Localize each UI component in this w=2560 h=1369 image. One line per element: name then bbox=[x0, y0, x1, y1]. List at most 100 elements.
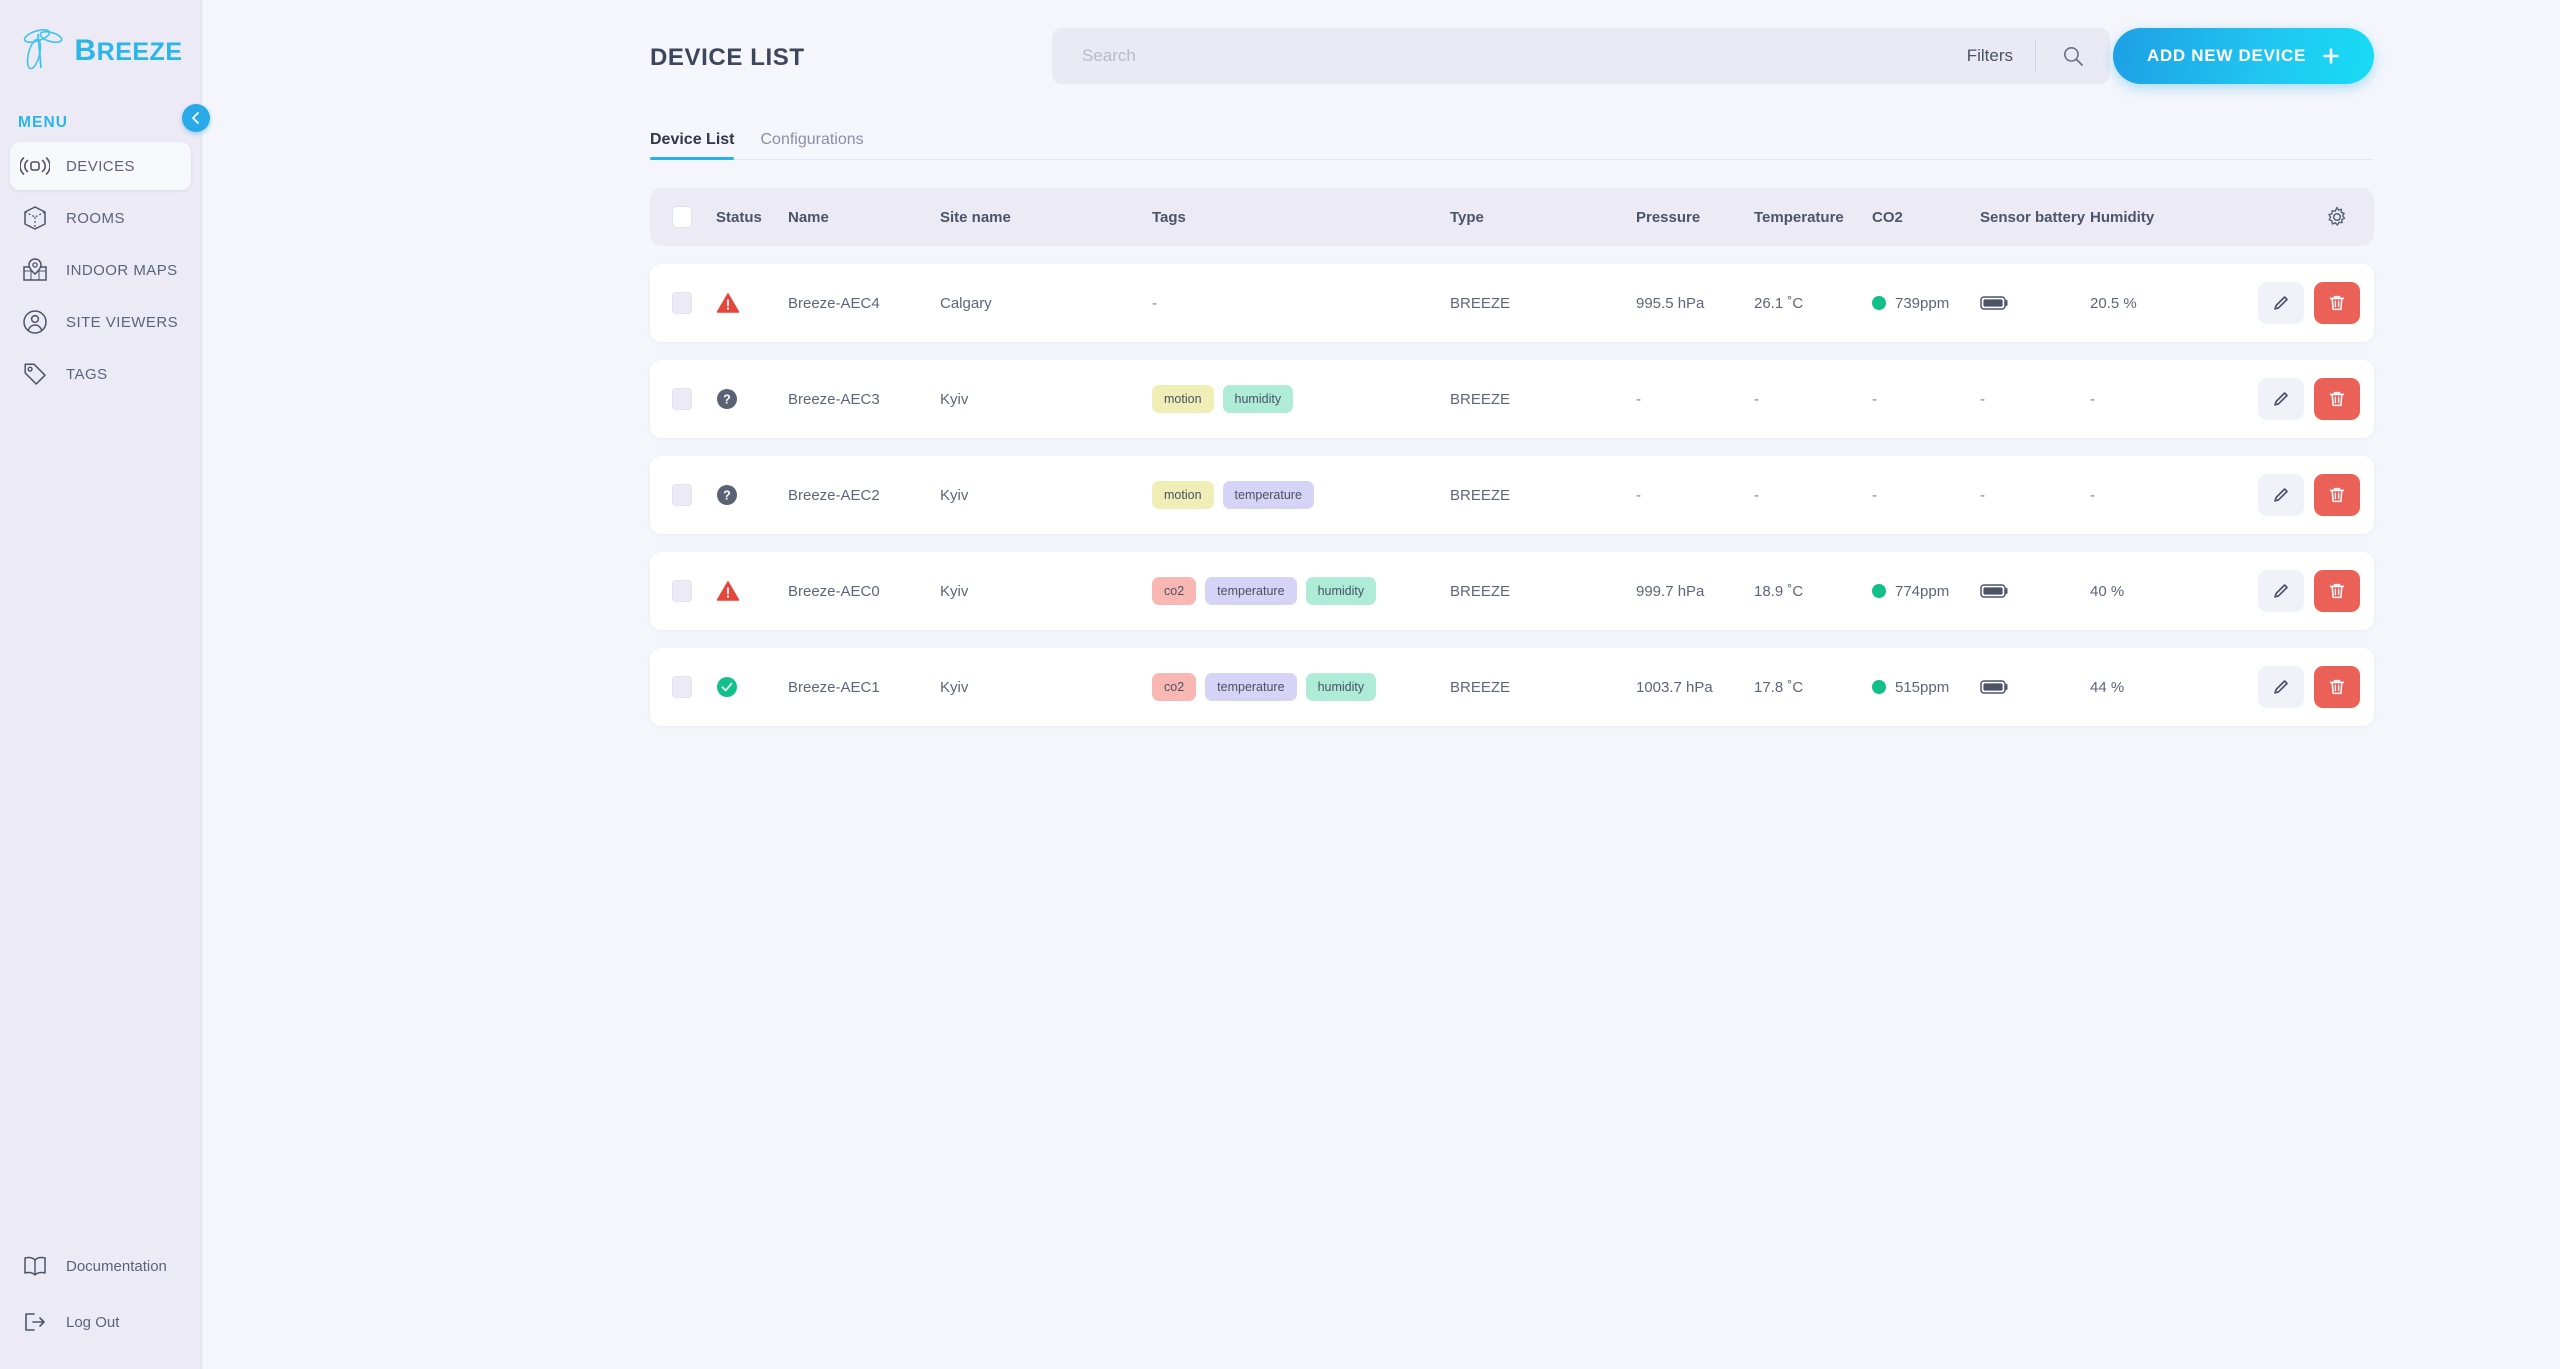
co2-status-dot bbox=[1872, 584, 1886, 598]
tag-chip[interactable]: motion bbox=[1152, 385, 1214, 413]
sidebar-item-label: DEVICES bbox=[66, 157, 136, 175]
tag-chip[interactable]: temperature bbox=[1205, 673, 1297, 701]
delete-device-button[interactable] bbox=[2314, 282, 2360, 324]
tab-device-list[interactable]: Device List bbox=[650, 131, 735, 160]
check-circle-icon bbox=[717, 677, 737, 697]
column-header-tags[interactable]: Tags bbox=[1152, 209, 1450, 226]
device-temperature: - bbox=[1754, 390, 1759, 408]
delete-device-button[interactable] bbox=[2314, 570, 2360, 612]
delete-device-button[interactable] bbox=[2314, 666, 2360, 708]
table-row[interactable]: Breeze-AEC0 Kyiv co2 temperature humidit… bbox=[650, 552, 2374, 630]
battery-full-icon bbox=[1980, 296, 2008, 310]
gear-icon bbox=[2328, 206, 2346, 226]
table-row[interactable]: Breeze-AEC4 Calgary - BREEZE 995.5 hPa 2… bbox=[650, 264, 2374, 342]
sidebar-collapse-button[interactable] bbox=[182, 104, 210, 132]
chevron-left-icon bbox=[192, 112, 199, 124]
main-content: DEVICE LIST Filters ADD NEW DEVICE bbox=[202, 0, 2560, 1369]
device-co2: - bbox=[1872, 390, 1877, 408]
device-pressure: 999.7 hPa bbox=[1636, 582, 1705, 600]
column-header-pressure[interactable]: Pressure bbox=[1636, 209, 1754, 226]
row-checkbox[interactable] bbox=[672, 388, 692, 410]
trash-icon bbox=[2329, 487, 2345, 503]
sidebar-item-devices[interactable]: DEVICES bbox=[10, 142, 191, 190]
device-co2: 774ppm bbox=[1872, 583, 1980, 600]
row-checkbox[interactable] bbox=[672, 676, 692, 698]
delete-device-button[interactable] bbox=[2314, 378, 2360, 420]
svg-text:?: ? bbox=[723, 393, 731, 407]
co2-status-dot bbox=[1872, 680, 1886, 694]
row-checkbox[interactable] bbox=[672, 484, 692, 506]
device-tags: - bbox=[1152, 295, 1450, 312]
sidebar-item-logout[interactable]: Log Out bbox=[10, 1301, 191, 1343]
edit-device-button[interactable] bbox=[2258, 570, 2304, 612]
search-submit-button[interactable] bbox=[2036, 28, 2110, 84]
device-battery: - bbox=[1980, 486, 1985, 504]
search-icon bbox=[2063, 46, 2083, 66]
delete-device-button[interactable] bbox=[2314, 474, 2360, 516]
user-circle-icon bbox=[20, 307, 50, 337]
devices-signal-icon bbox=[20, 151, 50, 181]
device-humidity: 44 % bbox=[2090, 678, 2125, 696]
column-header-name[interactable]: Name bbox=[788, 209, 940, 226]
device-pressure: - bbox=[1636, 486, 1641, 504]
row-checkbox[interactable] bbox=[672, 292, 692, 314]
tag-chip[interactable]: co2 bbox=[1152, 577, 1197, 605]
sidebar-item-indoor-maps[interactable]: INDOOR MAPS bbox=[10, 246, 191, 294]
select-all-checkbox[interactable] bbox=[672, 206, 692, 228]
table-row[interactable]: Breeze-AEC1 Kyiv co2 temperature humidit… bbox=[650, 648, 2374, 726]
tab-configurations[interactable]: Configurations bbox=[760, 131, 863, 159]
device-name: Breeze-AEC2 bbox=[788, 486, 880, 504]
table-settings-button[interactable] bbox=[2322, 202, 2352, 232]
device-temperature: 18.9 ˚C bbox=[1754, 582, 1804, 600]
status-badge: ? bbox=[716, 388, 788, 410]
column-header-site-name[interactable]: Site name bbox=[940, 209, 1152, 226]
device-site: Kyiv bbox=[940, 582, 969, 600]
search-input[interactable] bbox=[1052, 46, 1945, 66]
device-co2: 515ppm bbox=[1872, 679, 1980, 696]
sidebar-item-label: TAGS bbox=[66, 365, 108, 383]
tag-chip[interactable]: temperature bbox=[1205, 577, 1297, 605]
filters-button[interactable]: Filters bbox=[1945, 46, 2035, 66]
sidebar-item-documentation[interactable]: Documentation bbox=[10, 1245, 191, 1287]
column-header-type[interactable]: Type bbox=[1450, 209, 1636, 226]
sidebar-item-label: SITE VIEWERS bbox=[66, 313, 179, 331]
brand-logo[interactable]: BREEZE bbox=[0, 0, 201, 96]
device-site: Kyiv bbox=[940, 486, 969, 504]
table-row[interactable]: ? Breeze-AEC3 Kyiv motion humidity BREEZ… bbox=[650, 360, 2374, 438]
edit-device-button[interactable] bbox=[2258, 666, 2304, 708]
co2-value: 774ppm bbox=[1895, 582, 1950, 600]
brand-name: BREEZE bbox=[74, 34, 183, 67]
pencil-icon bbox=[2274, 680, 2288, 694]
column-header-temperature[interactable]: Temperature bbox=[1754, 209, 1872, 226]
tag-chip[interactable]: humidity bbox=[1305, 577, 1377, 605]
tag-chip[interactable]: motion bbox=[1152, 481, 1214, 509]
edit-device-button[interactable] bbox=[2258, 282, 2304, 324]
device-name: Breeze-AEC1 bbox=[788, 678, 880, 696]
tag-chip[interactable]: temperature bbox=[1222, 481, 1314, 509]
device-humidity: 20.5 % bbox=[2090, 294, 2137, 312]
edit-device-button[interactable] bbox=[2258, 378, 2304, 420]
column-header-co2[interactable]: CO2 bbox=[1872, 209, 1980, 226]
trash-icon bbox=[2329, 391, 2345, 407]
sidebar-item-tags[interactable]: TAGS bbox=[10, 350, 191, 398]
device-humidity: 40 % bbox=[2090, 582, 2125, 600]
device-pressure: 1003.7 hPa bbox=[1636, 678, 1713, 696]
column-header-sensor-battery[interactable]: Sensor battery bbox=[1980, 209, 2090, 226]
column-header-status[interactable]: Status bbox=[716, 209, 788, 226]
column-header-humidity[interactable]: Humidity bbox=[2090, 209, 2220, 226]
pencil-icon bbox=[2274, 584, 2288, 598]
svg-text:?: ? bbox=[723, 489, 731, 503]
device-temperature: 26.1 ˚C bbox=[1754, 294, 1804, 312]
sidebar-item-rooms[interactable]: ROOMS bbox=[10, 194, 191, 242]
device-battery bbox=[1980, 678, 2090, 696]
sidebar-item-site-viewers[interactable]: SITE VIEWERS bbox=[10, 298, 191, 346]
tag-chip[interactable]: humidity bbox=[1305, 673, 1377, 701]
battery-full-icon bbox=[1980, 584, 2008, 598]
row-checkbox[interactable] bbox=[672, 580, 692, 602]
tag-chip[interactable]: co2 bbox=[1152, 673, 1197, 701]
edit-device-button[interactable] bbox=[2258, 474, 2304, 516]
tag-chip[interactable]: humidity bbox=[1222, 385, 1294, 413]
add-new-device-button[interactable]: ADD NEW DEVICE bbox=[2112, 28, 2374, 84]
device-type: BREEZE bbox=[1450, 486, 1511, 504]
table-row[interactable]: ? Breeze-AEC2 Kyiv motion temperature BR… bbox=[650, 456, 2374, 534]
